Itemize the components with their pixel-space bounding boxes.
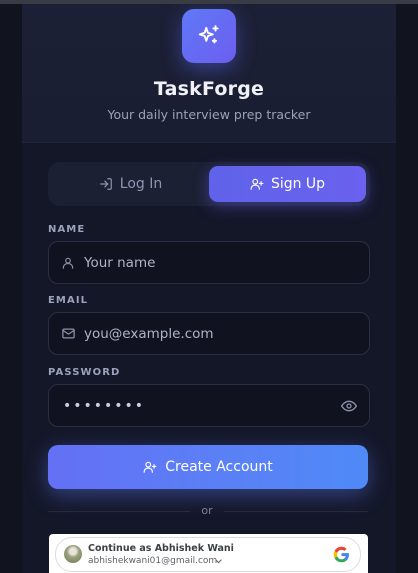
- google-continue-button[interactable]: Continue as Abhishek Wani abhishekwani01…: [55, 537, 361, 572]
- divider-text: or: [201, 504, 213, 517]
- tab-login[interactable]: Log In: [52, 166, 209, 202]
- mail-icon: [60, 326, 76, 342]
- divider-right: [224, 511, 368, 512]
- tab-login-label: Log In: [119, 176, 163, 192]
- page-left-edge: [0, 4, 22, 573]
- user-plus-icon: [143, 461, 157, 473]
- auth-card: TaskForge Your daily interview prep trac…: [22, 4, 396, 573]
- tab-signup[interactable]: Sign Up: [209, 166, 366, 202]
- chevron-down-icon: [215, 559, 222, 564]
- google-signin-frame: Continue as Abhishek Wani abhishekwani01…: [49, 534, 368, 573]
- email-placeholder: you@example.com: [84, 325, 214, 342]
- name-label: NAME: [48, 224, 86, 235]
- user-icon: [60, 255, 76, 271]
- google-continue-text: Continue as Abhishek Wani: [88, 543, 234, 554]
- auth-tabs: Log In Sign Up: [48, 162, 370, 206]
- email-label: EMAIL: [48, 295, 89, 306]
- app-title: TaskForge: [153, 78, 265, 100]
- password-label: PASSWORD: [48, 367, 121, 378]
- google-account-email: abhishekwani01@gmail.com: [88, 556, 218, 566]
- create-account-button[interactable]: Create Account: [48, 445, 368, 489]
- name-placeholder: Your name: [84, 254, 156, 271]
- card-header: TaskForge Your daily interview prep trac…: [22, 4, 396, 143]
- eye-icon[interactable]: [341, 398, 357, 414]
- name-field[interactable]: Your name: [48, 241, 370, 284]
- login-icon: [99, 178, 112, 190]
- app-subtitle: Your daily interview prep tracker: [107, 107, 311, 122]
- app-logo: [182, 9, 236, 63]
- avatar: [64, 545, 82, 563]
- password-field[interactable]: ••••••••: [48, 384, 370, 427]
- password-value: ••••••••: [63, 397, 146, 414]
- divider-left: [48, 511, 190, 512]
- create-account-label: Create Account: [165, 459, 273, 475]
- google-logo-icon: [333, 546, 349, 563]
- sparkles-icon: [198, 25, 219, 44]
- tab-signup-label: Sign Up: [270, 176, 326, 192]
- page-right-edge: [396, 4, 418, 573]
- user-plus-icon: [250, 178, 264, 190]
- email-field[interactable]: you@example.com: [48, 312, 370, 355]
